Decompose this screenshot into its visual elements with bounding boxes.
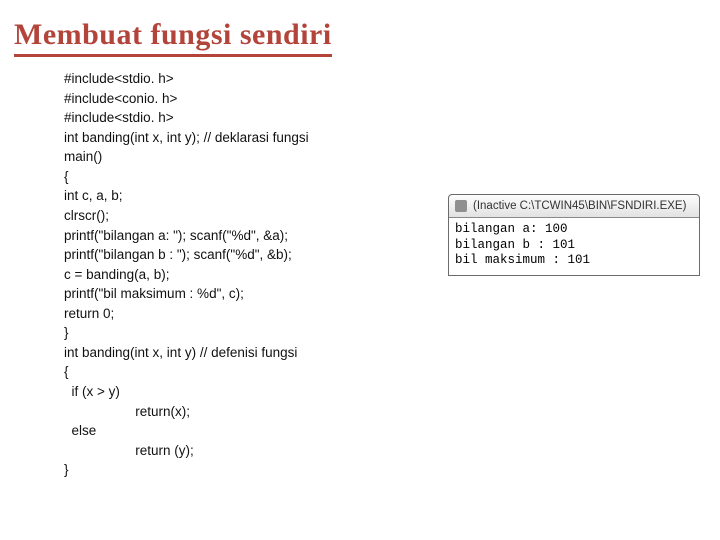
console-window: (Inactive C:\TCWIN45\BIN\FSNDIRI.EXE) bi…: [448, 194, 700, 276]
console-title-text: (Inactive C:\TCWIN45\BIN\FSNDIRI.EXE): [473, 200, 686, 212]
app-icon: [455, 200, 467, 212]
console-titlebar: (Inactive C:\TCWIN45\BIN\FSNDIRI.EXE): [449, 195, 699, 218]
console-output: bilangan a: 100 bilangan b : 101 bil mak…: [449, 218, 699, 275]
page-title: Membuat fungsi sendiri: [14, 18, 332, 57]
